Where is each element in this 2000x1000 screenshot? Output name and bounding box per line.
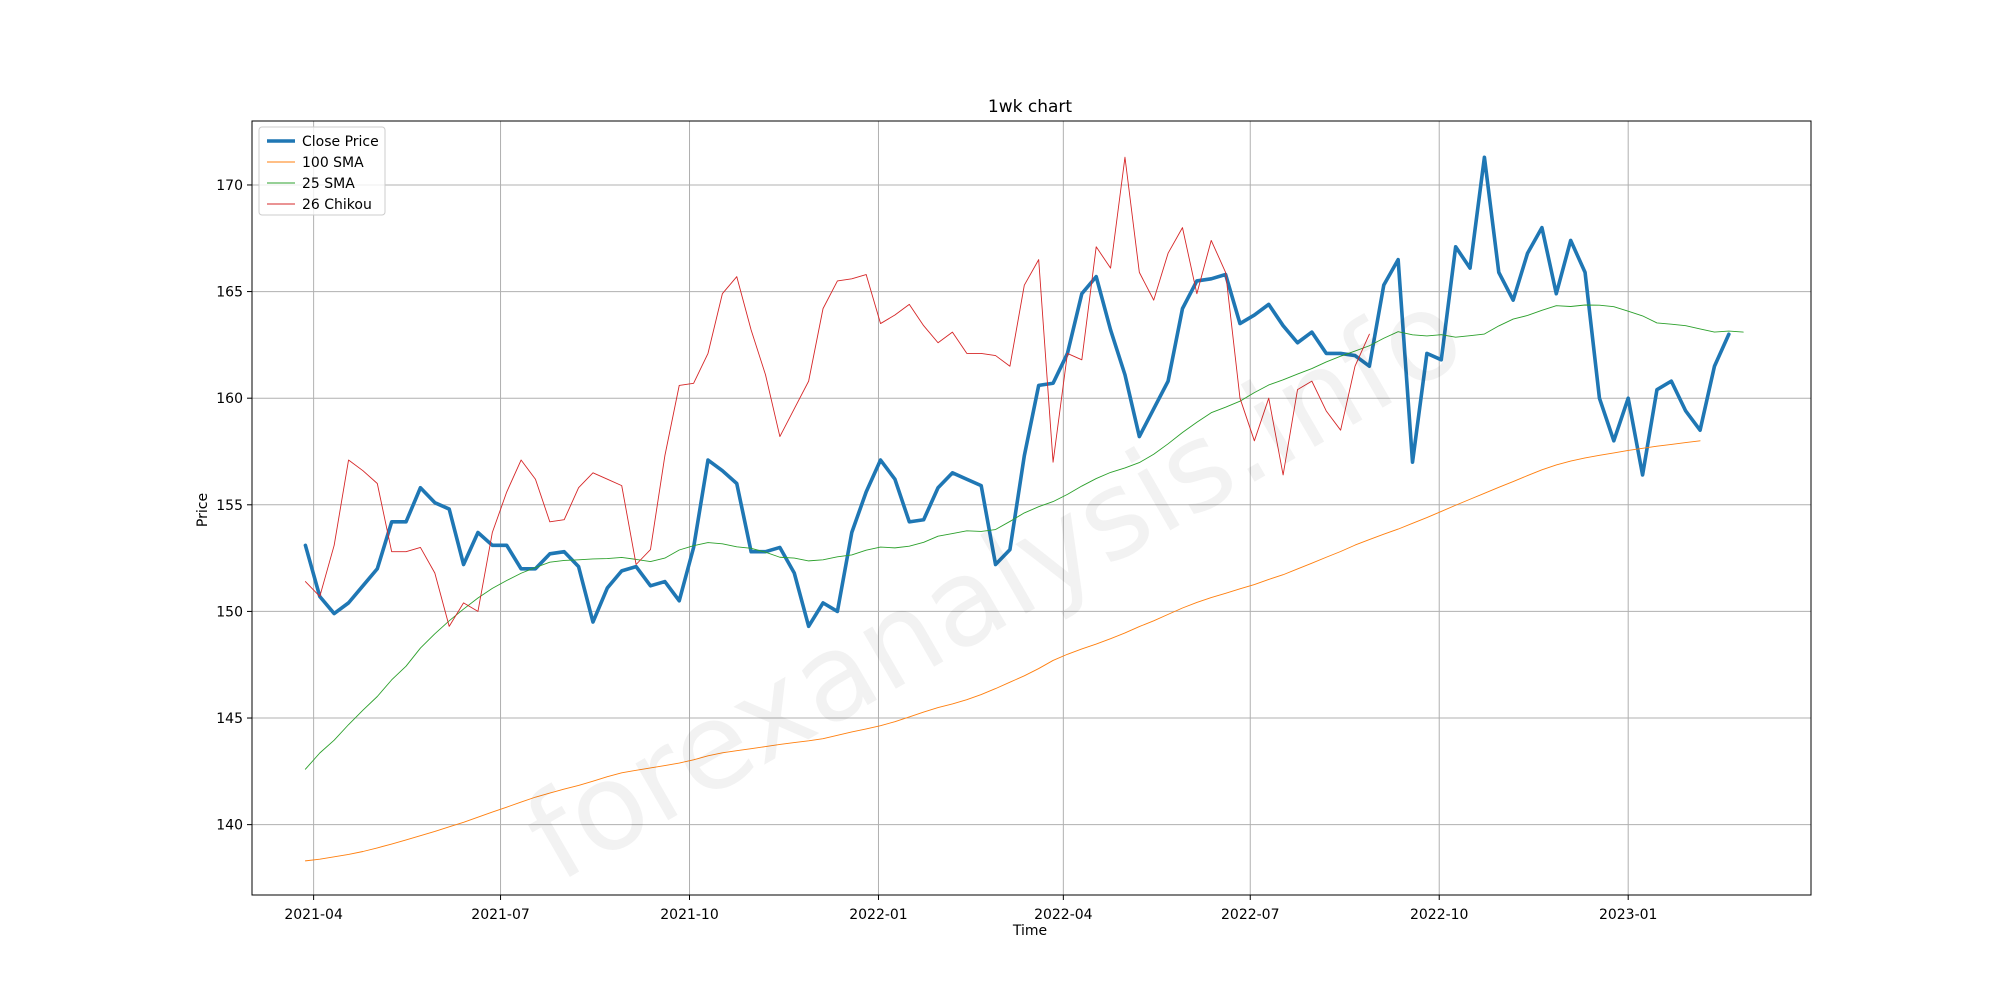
y-axis-label: Price <box>195 493 211 527</box>
legend-label-close-price: Close Price <box>302 134 379 150</box>
legend-label-100-sma: 100 SMA <box>302 155 364 171</box>
y-tick-label: 170 <box>216 178 243 194</box>
x-tick-label: 2023-01 <box>1599 907 1658 923</box>
x-tick-label: 2021-10 <box>660 907 719 923</box>
chart-title: 1wk chart <box>988 97 1072 117</box>
x-axis-label: Time <box>1012 923 1047 939</box>
x-tick-label: 2021-04 <box>284 907 343 923</box>
y-tick-label: 165 <box>216 285 243 301</box>
x-tick-label: 2021-07 <box>471 907 530 923</box>
legend-label-25-sma: 25 SMA <box>302 176 355 192</box>
y-tick-label: 150 <box>216 604 243 620</box>
x-tick-label: 2022-07 <box>1221 907 1280 923</box>
x-tick-label: 2022-10 <box>1410 907 1469 923</box>
legend-label-26-chikou: 26 Chikou <box>302 197 372 213</box>
y-tick-label: 140 <box>216 818 243 834</box>
y-tick-label: 155 <box>216 498 243 514</box>
x-tick-label: 2022-04 <box>1034 907 1093 923</box>
chart: 1wk chart 2021-04 2021-07 2021-10 2022-01 20… <box>0 0 2000 1000</box>
legend: Close Price 100 SMA 25 SMA 26 Chikou <box>258 126 386 216</box>
y-tick-label: 145 <box>216 711 243 727</box>
y-tick-label: 160 <box>216 391 243 407</box>
x-tick-label: 2022-01 <box>849 907 908 923</box>
